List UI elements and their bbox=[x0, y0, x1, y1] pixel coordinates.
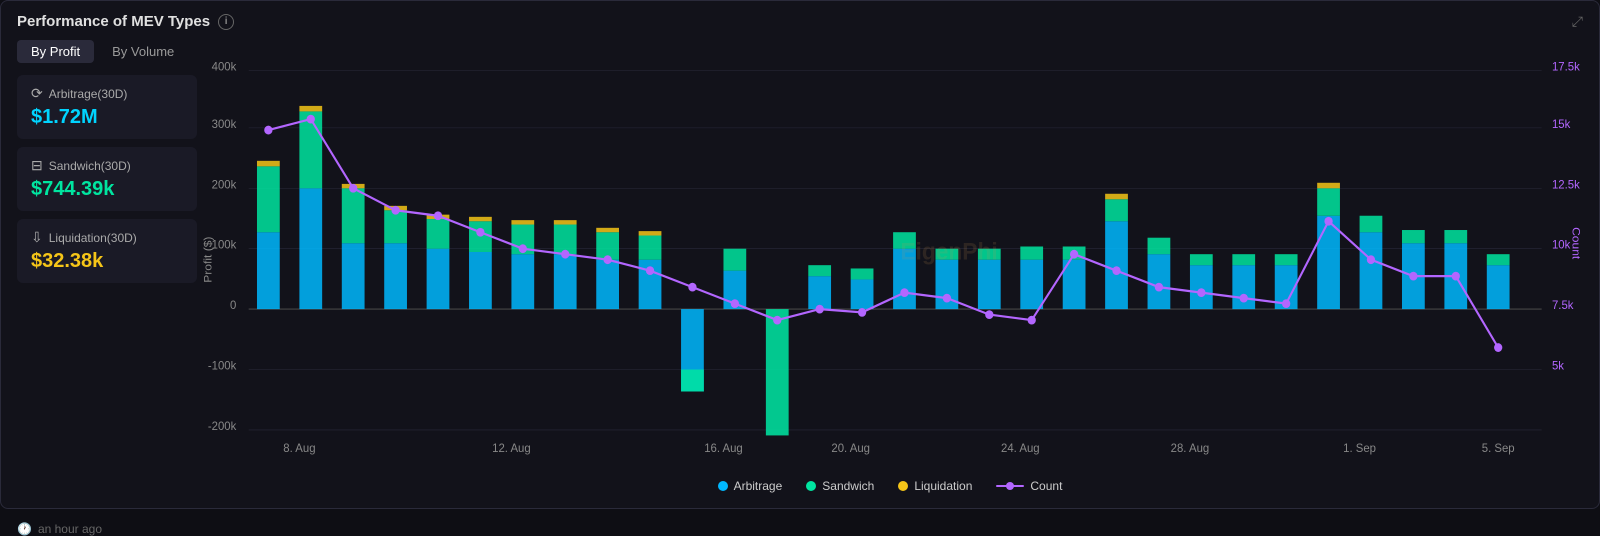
svg-text:400k: 400k bbox=[212, 60, 237, 73]
stat-card-sandwich: ⊟ Sandwich(30D) $744.39k bbox=[17, 147, 197, 211]
svg-text:EigenPhi: EigenPhi bbox=[900, 238, 997, 265]
stat-label-sandwich: ⊟ Sandwich(30D) bbox=[31, 157, 183, 174]
stat-value-arbitrage: $1.72M bbox=[31, 106, 183, 129]
svg-text:-200k: -200k bbox=[208, 420, 237, 433]
svg-text:24. Aug: 24. Aug bbox=[1001, 442, 1040, 455]
tab-row: By Profit By Volume bbox=[17, 40, 197, 63]
svg-text:7.5k: 7.5k bbox=[1552, 299, 1574, 312]
svg-text:Profit ($): Profit ($) bbox=[202, 236, 215, 282]
legend-dot-sandwich bbox=[806, 481, 816, 491]
arbitrage-icon: ⟳ bbox=[31, 85, 43, 102]
svg-text:12. Aug: 12. Aug bbox=[492, 442, 531, 455]
sandwich-icon: ⊟ bbox=[31, 157, 43, 174]
legend-sandwich: Sandwich bbox=[806, 479, 874, 493]
svg-text:16. Aug: 16. Aug bbox=[704, 442, 743, 455]
svg-text:300k: 300k bbox=[212, 118, 237, 131]
svg-text:Count: Count bbox=[1570, 227, 1583, 260]
svg-text:10k: 10k bbox=[1552, 238, 1570, 251]
title-text: Performance of MEV Types bbox=[17, 13, 210, 30]
panel-title: Performance of MEV Types i bbox=[17, 13, 234, 30]
tab-by-volume[interactable]: By Volume bbox=[98, 40, 188, 63]
svg-text:28. Aug: 28. Aug bbox=[1171, 442, 1210, 455]
svg-text:20. Aug: 20. Aug bbox=[831, 442, 870, 455]
main-chart: 400k 300k 200k 100k 0 -100k -200k 17.5k … bbox=[197, 40, 1583, 468]
panel-header: Performance of MEV Types i ⤢ bbox=[17, 13, 1583, 30]
chart-legend: Arbitrage Sandwich Liquidation Count bbox=[197, 479, 1583, 493]
svg-text:200k: 200k bbox=[212, 178, 237, 191]
legend-dot-arbitrage bbox=[718, 481, 728, 491]
panel-body: By Profit By Volume ⟳ Arbitrage(30D) $1.… bbox=[17, 40, 1583, 518]
legend-line-count bbox=[996, 485, 1024, 487]
svg-text:15k: 15k bbox=[1552, 118, 1570, 131]
legend-count: Count bbox=[996, 479, 1062, 493]
legend-dot-liquidation bbox=[898, 481, 908, 491]
stat-label-liquidation: ⇩ Liquidation(30D) bbox=[31, 229, 183, 246]
clock-icon: 🕐 bbox=[17, 522, 32, 536]
svg-text:-100k: -100k bbox=[208, 359, 237, 372]
svg-text:8. Aug: 8. Aug bbox=[283, 442, 315, 455]
svg-text:12.5k: 12.5k bbox=[1552, 178, 1580, 191]
stat-card-arbitrage: ⟳ Arbitrage(30D) $1.72M bbox=[17, 75, 197, 139]
info-icon[interactable]: i bbox=[218, 14, 234, 30]
stat-value-liquidation: $32.38k bbox=[31, 250, 183, 273]
svg-text:5. Sep: 5. Sep bbox=[1482, 442, 1515, 455]
svg-text:100k: 100k bbox=[212, 238, 237, 251]
legend-liquidation: Liquidation bbox=[898, 479, 972, 493]
svg-text:5k: 5k bbox=[1552, 359, 1564, 372]
svg-text:0: 0 bbox=[230, 299, 237, 312]
svg-text:17.5k: 17.5k bbox=[1552, 60, 1580, 73]
sidebar: By Profit By Volume ⟳ Arbitrage(30D) $1.… bbox=[17, 40, 197, 518]
legend-arbitrage: Arbitrage bbox=[718, 479, 783, 493]
footer-text: an hour ago bbox=[38, 522, 102, 536]
footer: 🕐 an hour ago bbox=[17, 522, 1583, 536]
expand-icon[interactable]: ⤢ bbox=[1572, 13, 1583, 30]
tab-by-profit[interactable]: By Profit bbox=[17, 40, 94, 63]
stat-card-liquidation: ⇩ Liquidation(30D) $32.38k bbox=[17, 219, 197, 283]
stat-label-arbitrage: ⟳ Arbitrage(30D) bbox=[31, 85, 183, 102]
svg-text:1. Sep: 1. Sep bbox=[1343, 442, 1376, 455]
panel: Performance of MEV Types i ⤢ By Profit B… bbox=[0, 0, 1600, 509]
liquidation-icon: ⇩ bbox=[31, 229, 43, 246]
chart-area: 400k 300k 200k 100k 0 -100k -200k 17.5k … bbox=[197, 40, 1583, 518]
stat-value-sandwich: $744.39k bbox=[31, 178, 183, 201]
